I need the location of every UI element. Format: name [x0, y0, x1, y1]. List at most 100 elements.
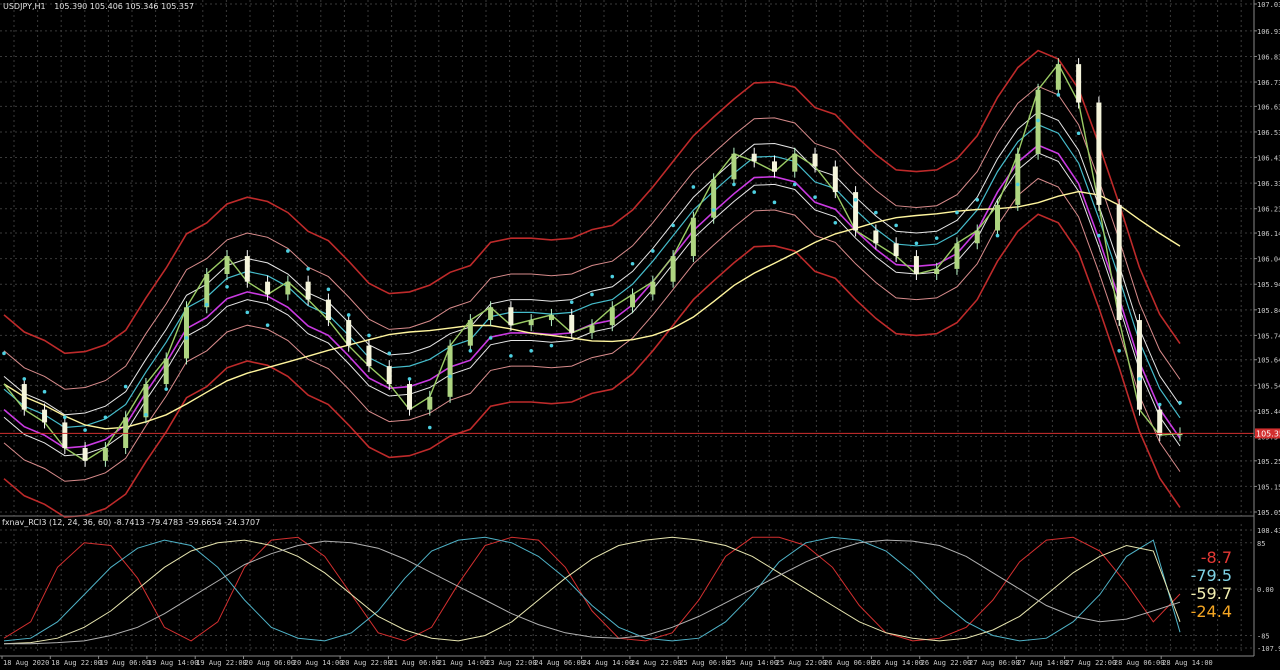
y-tick-label: 105.250 — [1257, 458, 1280, 466]
sar-dot — [792, 182, 797, 187]
oscillator-title: fxnav_RCI3 (12, 24, 36, 60) -8.7413 -79.… — [2, 518, 260, 527]
candle-body — [670, 256, 676, 282]
candle-body — [244, 256, 250, 282]
candle-body — [1096, 102, 1102, 205]
candle-body — [488, 307, 494, 321]
x-tick-label: 26 Aug 06:00 — [824, 659, 875, 667]
candle-body — [690, 217, 696, 257]
sar-dot — [103, 415, 108, 420]
x-tick-label: 27 Aug 06:00 — [969, 659, 1020, 667]
y-tick-label: 105.840 — [1257, 307, 1280, 315]
sar-dot — [448, 374, 452, 379]
sar-dot — [184, 336, 189, 340]
sar-dot — [590, 292, 594, 297]
y-tick-label: -85 — [1257, 632, 1270, 640]
x-tick-label: 20 Aug 14:00 — [293, 659, 344, 667]
sar-dot — [813, 195, 817, 200]
sar-dot — [691, 185, 696, 189]
y-tick-label: 106.635 — [1257, 103, 1280, 111]
sar-dot — [488, 336, 493, 340]
rci-readout: -8.7 — [1201, 548, 1232, 567]
sar-dot — [630, 261, 635, 266]
candle-body — [62, 422, 68, 449]
sar-dot — [1137, 377, 1142, 381]
current-price-label: 105.357 — [1256, 429, 1280, 438]
sar-dot — [468, 348, 473, 353]
sar-dot — [42, 389, 47, 394]
sar-dot — [711, 208, 716, 212]
x-tick-label: 19 Aug 14:00 — [148, 659, 199, 667]
sar-dot — [387, 351, 392, 356]
x-tick-label: 20 Aug 06:00 — [245, 659, 296, 667]
candle-body — [650, 281, 656, 295]
candle-body — [995, 204, 1001, 231]
sar-dot — [326, 287, 331, 292]
oscillator-axis: 108.438 85 0.00 -85 -107.964 — [1257, 527, 1280, 653]
candle-body — [609, 307, 615, 326]
ohlc-readout: 105.390 105.406 105.346 105.357 — [54, 2, 194, 11]
x-tick-label: 28 Aug 06:00 — [1114, 659, 1165, 667]
sar-dot — [265, 323, 270, 327]
time-axis: 18 Aug 2020 18 Aug 22:0019 Aug 06:0019 Au… — [0, 655, 1254, 667]
y-tick-label: 106.930 — [1257, 28, 1280, 36]
candle-body — [569, 314, 575, 333]
x-tick-label: 25 Aug 06:00 — [679, 659, 730, 667]
x-tick-label: 26 Aug 22:00 — [921, 659, 972, 667]
candle-body — [873, 230, 879, 244]
sar-dot — [245, 310, 250, 315]
sar-dot — [610, 274, 615, 279]
sar-dot — [772, 200, 777, 205]
sar-dot — [1036, 118, 1040, 123]
candle-body — [224, 256, 230, 274]
candle-body — [102, 448, 108, 461]
chart-svg: 107.035 106.930 106.830 106.730 106.635 106.5… — [0, 0, 1280, 667]
candle-body — [974, 230, 980, 244]
candle-body — [305, 281, 311, 300]
candle-body — [1157, 409, 1163, 436]
y-tick-label: 105.940 — [1257, 281, 1280, 289]
sar-dot — [529, 348, 533, 353]
indicator-line — [3, 124, 1181, 429]
candle-body — [731, 153, 737, 180]
rci-line — [3, 536, 1181, 645]
y-tick-label: 105.150 — [1257, 483, 1280, 491]
sar-dot — [549, 343, 554, 348]
sar-dot — [204, 302, 209, 307]
candle-body — [893, 243, 899, 257]
rci-readout: -79.5 — [1191, 566, 1232, 585]
price-axis: 107.035 106.930 106.830 106.730 106.635 106.5… — [1254, 1, 1280, 517]
candle-body — [407, 384, 413, 410]
sar-dot — [164, 387, 169, 391]
sar-dot — [975, 197, 980, 202]
candle-body — [589, 325, 595, 333]
sar-dot — [853, 197, 858, 202]
candle-body — [934, 268, 940, 274]
candle-body — [285, 281, 291, 295]
sar-dot — [286, 249, 290, 253]
sar-dot — [894, 223, 898, 228]
sar-dot — [752, 190, 757, 194]
x-tick-label: 19 Aug 22:00 — [196, 659, 247, 667]
candle-body — [346, 320, 352, 346]
candle-body — [954, 243, 960, 269]
sar-dot — [955, 210, 959, 215]
candle-body — [427, 396, 433, 410]
y-tick-label: 105.740 — [1257, 332, 1280, 340]
sar-dot — [1117, 348, 1121, 353]
candle-body — [771, 161, 777, 172]
sar-dot — [569, 300, 574, 304]
sar-dot — [123, 384, 128, 389]
y-tick-label: 106.830 — [1257, 53, 1280, 61]
sar-dot — [1056, 93, 1061, 97]
sar-dot — [671, 223, 675, 228]
rci-line — [4, 539, 1181, 645]
sar-dot — [144, 412, 148, 417]
candle-body — [792, 153, 798, 172]
y-tick-label: 105.545 — [1257, 382, 1280, 390]
x-tick-label: 26 Aug 14:00 — [872, 659, 923, 667]
y-tick-label: 106.140 — [1257, 230, 1280, 238]
sar-dot — [732, 182, 736, 187]
sar-dot — [651, 249, 655, 253]
sar-dot — [1157, 402, 1162, 407]
candle-body — [163, 358, 169, 385]
